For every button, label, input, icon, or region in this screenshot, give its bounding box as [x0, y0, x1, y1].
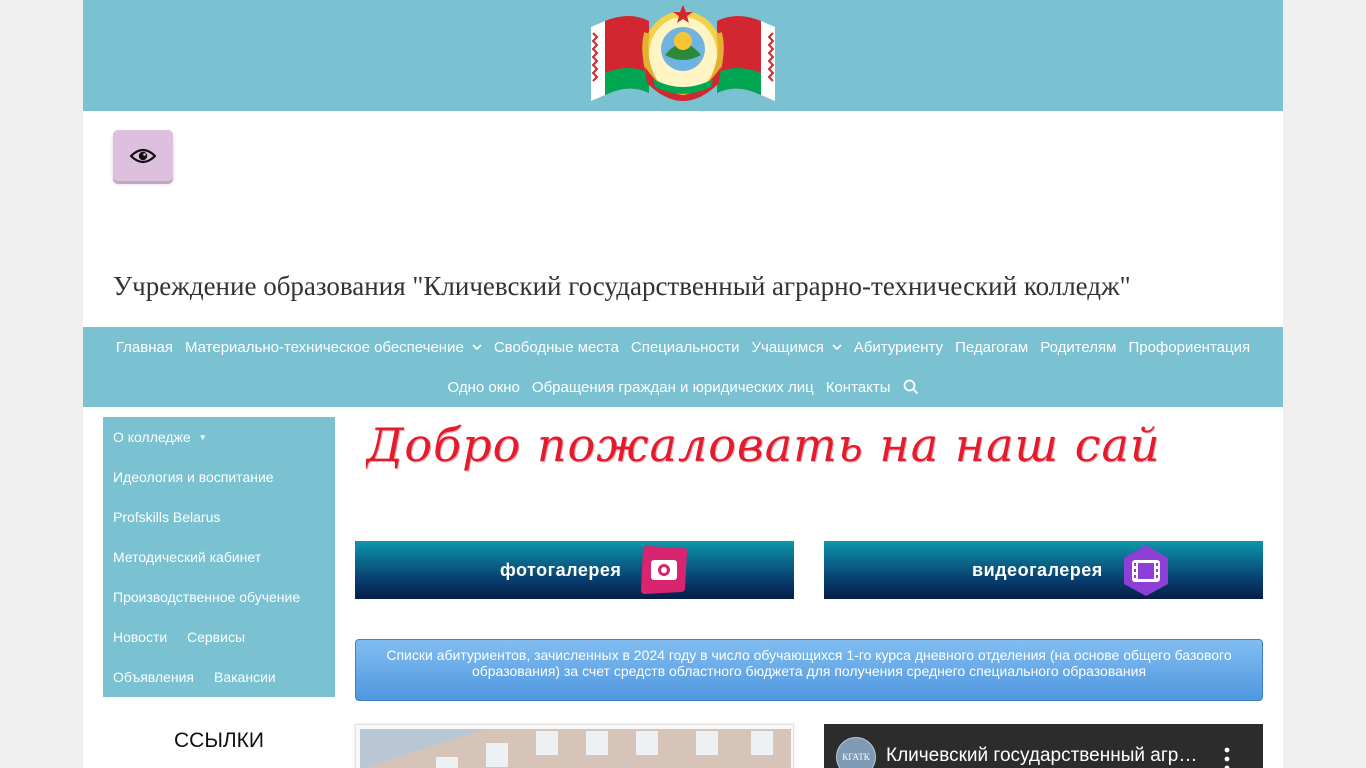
gallery-label: фотогалерея [500, 559, 622, 580]
sidebar-item-label: Идеология и воспитание [113, 469, 274, 485]
nav-item-parents[interactable]: Родителям [1034, 339, 1122, 356]
nav-item-label: Одно окно [447, 378, 520, 396]
search-icon [903, 379, 918, 395]
nav-item-label: Материально-техническое обеспечение [184, 338, 464, 356]
nav-item-label: Свободные места [493, 338, 619, 356]
college-building-photo [355, 724, 794, 768]
more-vert-icon[interactable] [1224, 746, 1230, 768]
video-gallery-banner[interactable]: видеогалерея [824, 541, 1263, 599]
sidebar-item-label: Производственное обучение [113, 589, 301, 605]
nav-item-label: Контакты [825, 378, 891, 396]
sidebar-item-label: Вакансии [214, 669, 276, 685]
search-button[interactable] [897, 379, 925, 395]
sidebar-item-production[interactable]: Производственное обучение [113, 577, 300, 617]
nav-item-applicants[interactable]: Абитуриенту [848, 339, 949, 356]
sidebar-menu: О колледже ▼ Идеология и воспитание Profs… [103, 417, 335, 697]
site-title: Учреждение образования "Кличевский госуд… [113, 271, 1131, 301]
nav-item-appeals[interactable]: Обращения граждан и юридических лиц [526, 379, 820, 396]
sidebar-item-profskills[interactable]: Profskills Belarus [113, 497, 220, 537]
nav-item-contacts[interactable]: Контакты [820, 379, 897, 396]
video-title: Кличевский государственный аграрно-техни… [886, 745, 1206, 766]
applicants-lists-notice[interactable]: Списки абитуриентов, зачисленных в 2024 … [355, 639, 1263, 701]
nav-item-free-places[interactable]: Свободные места [488, 339, 625, 356]
sidebar-item-announcements[interactable]: Объявления [113, 657, 194, 697]
sidebar-item-label: О колледже [113, 429, 191, 445]
sidebar-item-about[interactable]: О колледже ▼ [113, 417, 207, 457]
sidebar-item-label: Объявления [113, 669, 194, 685]
nav-item-career-guidance[interactable]: Профориентация [1122, 339, 1256, 356]
sidebar-item-label: Новости [113, 629, 168, 645]
belarus-emblem-flags-icon [591, 5, 775, 101]
header-band [83, 0, 1283, 111]
sidebar-item-vacancies[interactable]: Вакансии [214, 657, 276, 697]
nav-item-home[interactable]: Главная [110, 339, 179, 356]
sidebar-item-methodical[interactable]: Методический кабинет [113, 537, 261, 577]
eye-icon [130, 148, 156, 163]
nav-item-label: Родителям [1040, 338, 1117, 356]
camera-icon [639, 544, 689, 596]
welcome-banner: Добро пожаловать на наш сай [366, 418, 1161, 472]
nav-item-label: Педагогам [955, 338, 1029, 356]
accessibility-toggle-button[interactable] [113, 130, 173, 181]
sidebar-item-label: Profskills Belarus [113, 509, 221, 525]
channel-avatar: КГАТК [836, 737, 876, 768]
links-heading: ССЫЛКИ [173, 729, 265, 752]
film-icon [1121, 544, 1171, 596]
nav-item-specialties[interactable]: Специальности [625, 339, 746, 356]
sidebar-item-news[interactable]: Новости [113, 617, 167, 657]
nav-item-label: Обращения граждан и юридических лиц [531, 378, 814, 396]
nav-item-label: Учащимся [751, 338, 824, 356]
nav-row: Главная Материально-техническое обеспече… [83, 327, 1283, 367]
chevron-down-icon [472, 344, 482, 350]
caret-down-icon: ▼ [198, 432, 207, 442]
main-navigation: Главная Материально-техническое обеспече… [83, 327, 1283, 407]
chevron-down-icon [832, 344, 842, 350]
nav-item-teachers[interactable]: Педагогам [949, 339, 1034, 356]
video-embed[interactable]: КГАТК Кличевский государственный аграрно… [824, 724, 1263, 768]
sidebar-item-label: Сервисы [187, 629, 246, 645]
sidebar-item-ideology[interactable]: Идеология и воспитание [113, 457, 274, 497]
nav-item-students[interactable]: Учащимся [745, 339, 847, 356]
nav-item-label: Абитуриенту [853, 338, 944, 356]
nav-item-label: Специальности [630, 338, 740, 356]
nav-item-one-window[interactable]: Одно окно [441, 379, 525, 396]
page: Учреждение образования "Кличевский госуд… [83, 0, 1283, 768]
sidebar-item-label: Методический кабинет [113, 549, 262, 565]
nav-item-label: Главная [115, 338, 173, 356]
nav-row: Одно окно Обращения граждан и юридически… [83, 367, 1283, 407]
photo-gallery-banner[interactable]: фотогалерея [355, 541, 794, 599]
nav-item-material-support[interactable]: Материально-техническое обеспечение [179, 339, 488, 356]
nav-item-label: Профориентация [1128, 338, 1251, 356]
gallery-label: видеогалерея [972, 559, 1103, 580]
sidebar-item-services[interactable]: Сервисы [187, 617, 245, 657]
